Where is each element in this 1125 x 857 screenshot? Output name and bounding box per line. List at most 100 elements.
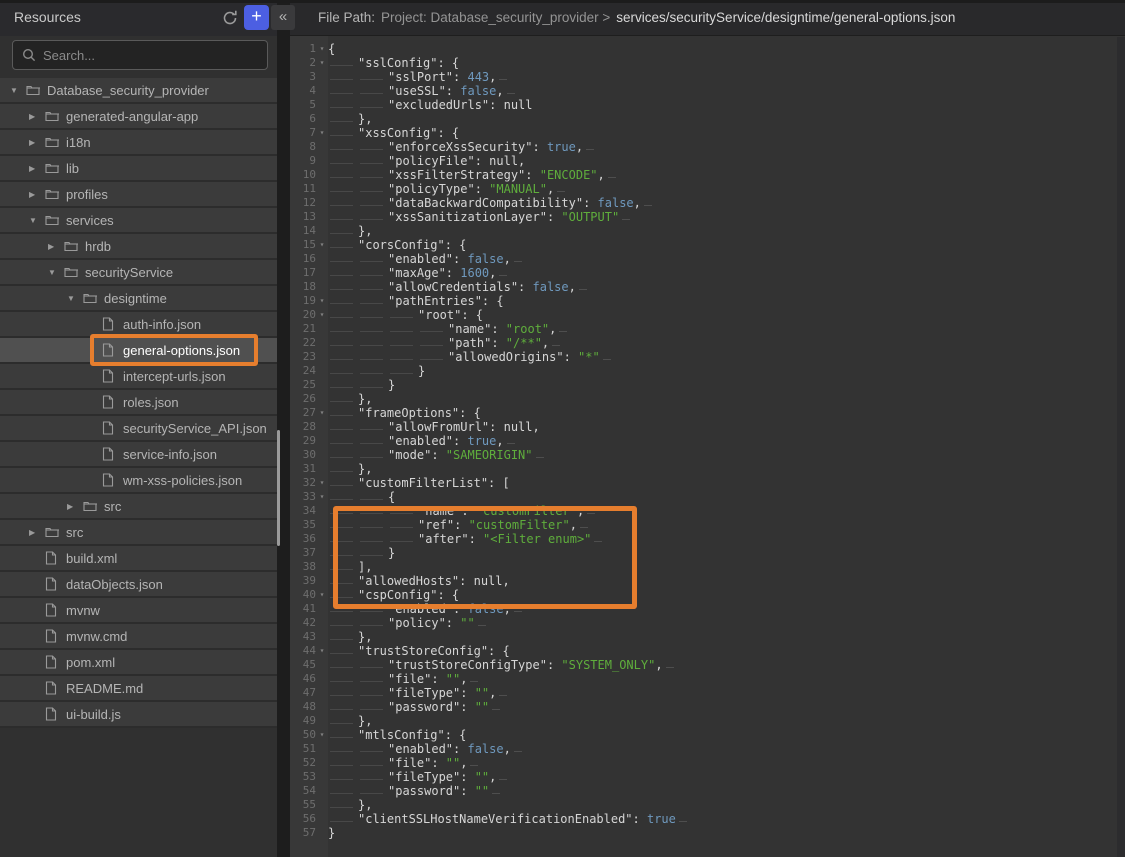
code-line-54[interactable]: 54"password": "": [294, 784, 1125, 798]
code-line-1[interactable]: 1▾{: [294, 42, 1125, 56]
code-line-31[interactable]: 31},: [294, 462, 1125, 476]
tree-item-securityService_API.json[interactable]: securityService_API.json: [0, 416, 277, 442]
code-line-19[interactable]: 19▾"pathEntries": {: [294, 294, 1125, 308]
caret-right-icon[interactable]: ▶: [29, 164, 45, 173]
code-line-49[interactable]: 49},: [294, 714, 1125, 728]
fold-caret-icon[interactable]: ▾: [316, 728, 328, 742]
tree-item-service-info.json[interactable]: service-info.json: [0, 442, 277, 468]
code-line-22[interactable]: 22"path": "/**",: [294, 336, 1125, 350]
fold-caret-icon[interactable]: ▾: [316, 294, 328, 308]
code-line-57[interactable]: 57}: [294, 826, 1125, 840]
code-line-9[interactable]: 9"policyFile": null,: [294, 154, 1125, 168]
caret-right-icon[interactable]: ▶: [29, 190, 45, 199]
code-line-26[interactable]: 26},: [294, 392, 1125, 406]
sidebar-scrollbar-thumb[interactable]: [277, 430, 280, 546]
code-line-6[interactable]: 6},: [294, 112, 1125, 126]
code-line-10[interactable]: 10"xssFilterStrategy": "ENCODE",: [294, 168, 1125, 182]
tree-item-pom.xml[interactable]: pom.xml: [0, 650, 277, 676]
tree-item-ui-build.js[interactable]: ui-build.js: [0, 702, 277, 728]
tree-item-auth-info.json[interactable]: auth-info.json: [0, 312, 277, 338]
code-line-5[interactable]: 5"excludedUrls": null: [294, 98, 1125, 112]
tree-item-intercept-urls.json[interactable]: intercept-urls.json: [0, 364, 277, 390]
code-line-30[interactable]: 30"mode": "SAMEORIGIN": [294, 448, 1125, 462]
tree-item-dataObjects.json[interactable]: dataObjects.json: [0, 572, 277, 598]
fold-caret-icon[interactable]: ▾: [316, 476, 328, 490]
code-line-29[interactable]: 29"enabled": true,: [294, 434, 1125, 448]
code-line-25[interactable]: 25}: [294, 378, 1125, 392]
tree-item-hrdb[interactable]: ▶hrdb: [0, 234, 277, 260]
tree-item-src[interactable]: ▶src: [0, 520, 277, 546]
tree-item-wm-xss-policies.json[interactable]: wm-xss-policies.json: [0, 468, 277, 494]
code-line-28[interactable]: 28"allowFromUrl": null,: [294, 420, 1125, 434]
code-line-50[interactable]: 50▾"mtlsConfig": {: [294, 728, 1125, 742]
code-line-36[interactable]: 36"after": "<Filter enum>": [294, 532, 1125, 546]
code-line-4[interactable]: 4"useSSL": false,: [294, 84, 1125, 98]
code-line-16[interactable]: 16"enabled": false,: [294, 252, 1125, 266]
search-box[interactable]: [12, 40, 268, 70]
code-line-11[interactable]: 11"policyType": "MANUAL",: [294, 182, 1125, 196]
caret-down-icon[interactable]: ▼: [48, 268, 64, 277]
code-line-44[interactable]: 44▾"trustStoreConfig": {: [294, 644, 1125, 658]
code-line-12[interactable]: 12"dataBackwardCompatibility": false,: [294, 196, 1125, 210]
caret-right-icon[interactable]: ▶: [29, 112, 45, 121]
code-line-24[interactable]: 24}: [294, 364, 1125, 378]
caret-right-icon[interactable]: ▶: [29, 138, 45, 147]
tree-item-Database_security_provider[interactable]: ▼Database_security_provider: [0, 78, 277, 104]
tree-item-mvnw[interactable]: mvnw: [0, 598, 277, 624]
fold-caret-icon[interactable]: ▾: [316, 42, 328, 56]
fold-caret-icon[interactable]: ▾: [316, 56, 328, 70]
tree-item-general-options.json[interactable]: general-options.json: [0, 338, 277, 364]
code-line-52[interactable]: 52"file": "",: [294, 756, 1125, 770]
refresh-button[interactable]: [220, 8, 240, 28]
code-line-23[interactable]: 23"allowedOrigins": "*": [294, 350, 1125, 364]
code-line-45[interactable]: 45"trustStoreConfigType": "SYSTEM_ONLY",: [294, 658, 1125, 672]
tree-item-generated-angular-app[interactable]: ▶generated-angular-app: [0, 104, 277, 130]
fold-caret-icon[interactable]: ▾: [316, 238, 328, 252]
code-line-39[interactable]: 39"allowedHosts": null,: [294, 574, 1125, 588]
tree-item-mvnw.cmd[interactable]: mvnw.cmd: [0, 624, 277, 650]
code-line-7[interactable]: 7▾"xssConfig": {: [294, 126, 1125, 140]
caret-down-icon[interactable]: ▼: [67, 294, 83, 303]
code-line-43[interactable]: 43},: [294, 630, 1125, 644]
code-line-48[interactable]: 48"password": "": [294, 700, 1125, 714]
code-line-17[interactable]: 17"maxAge": 1600,: [294, 266, 1125, 280]
search-input[interactable]: [43, 48, 243, 63]
fold-caret-icon[interactable]: ▾: [316, 490, 328, 504]
tree-item-profiles[interactable]: ▶profiles: [0, 182, 277, 208]
tree-item-i18n[interactable]: ▶i18n: [0, 130, 277, 156]
code-line-21[interactable]: 21"name": "root",: [294, 322, 1125, 336]
tree-item-services[interactable]: ▼services: [0, 208, 277, 234]
code-line-51[interactable]: 51"enabled": false,: [294, 742, 1125, 756]
code-line-15[interactable]: 15▾"corsConfig": {: [294, 238, 1125, 252]
code-line-37[interactable]: 37}: [294, 546, 1125, 560]
code-line-34[interactable]: 34"name": "customFilter",: [294, 504, 1125, 518]
code-line-18[interactable]: 18"allowCredentials": false,: [294, 280, 1125, 294]
code-line-53[interactable]: 53"fileType": "",: [294, 770, 1125, 784]
caret-right-icon[interactable]: ▶: [29, 528, 45, 537]
fold-caret-icon[interactable]: ▾: [316, 406, 328, 420]
tree-item-src[interactable]: ▶src: [0, 494, 277, 520]
code-line-32[interactable]: 32▾"customFilterList": [: [294, 476, 1125, 490]
code-line-46[interactable]: 46"file": "",: [294, 672, 1125, 686]
caret-down-icon[interactable]: ▼: [10, 86, 26, 95]
code-line-3[interactable]: 3"sslPort": 443,: [294, 70, 1125, 84]
tree-item-securityService[interactable]: ▼securityService: [0, 260, 277, 286]
fold-caret-icon[interactable]: ▾: [316, 308, 328, 322]
code-line-55[interactable]: 55},: [294, 798, 1125, 812]
code-line-2[interactable]: 2▾"sslConfig": {: [294, 56, 1125, 70]
tree-item-build.xml[interactable]: build.xml: [0, 546, 277, 572]
code-line-47[interactable]: 47"fileType": "",: [294, 686, 1125, 700]
code-line-35[interactable]: 35"ref": "customFilter",: [294, 518, 1125, 532]
code-line-41[interactable]: 41"enabled": false,: [294, 602, 1125, 616]
caret-right-icon[interactable]: ▶: [48, 242, 64, 251]
editor-scrollbar-track[interactable]: [1117, 37, 1125, 857]
code-line-38[interactable]: 38],: [294, 560, 1125, 574]
tree-item-lib[interactable]: ▶lib: [0, 156, 277, 182]
tree-item-roles.json[interactable]: roles.json: [0, 390, 277, 416]
code-line-14[interactable]: 14},: [294, 224, 1125, 238]
add-resource-button[interactable]: +: [244, 5, 269, 30]
fold-caret-icon[interactable]: ▾: [316, 588, 328, 602]
caret-down-icon[interactable]: ▼: [29, 216, 45, 225]
code-line-20[interactable]: 20▾"root": {: [294, 308, 1125, 322]
caret-right-icon[interactable]: ▶: [67, 502, 83, 511]
